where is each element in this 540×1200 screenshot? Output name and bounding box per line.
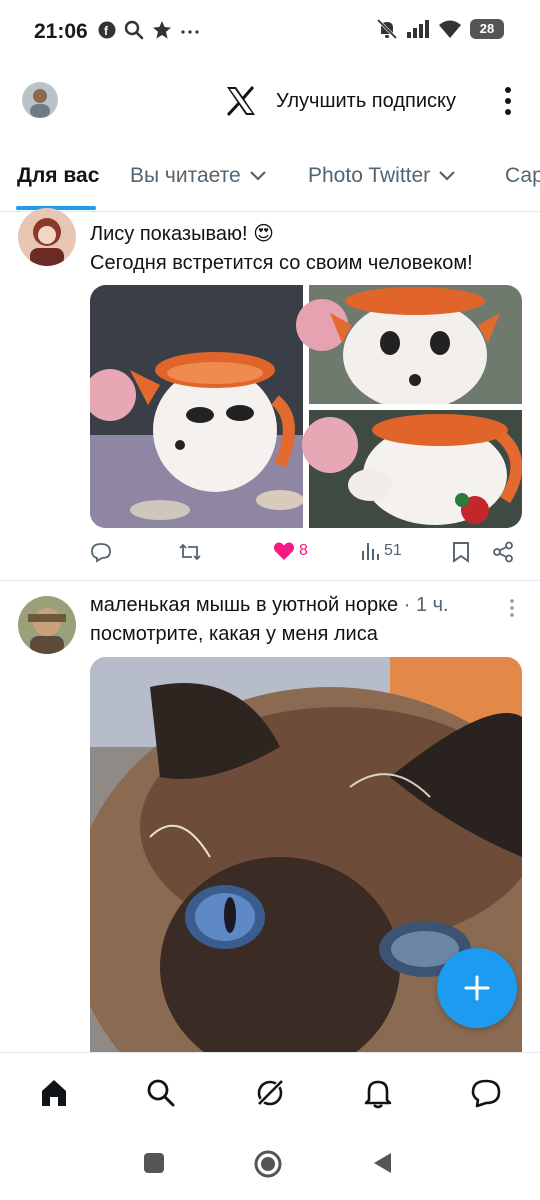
heart-icon	[273, 542, 295, 560]
bookmark-button[interactable]	[452, 541, 470, 563]
tab-photo-twitter[interactable]: Photo Twitter	[308, 164, 456, 188]
author-avatar[interactable]	[18, 596, 76, 654]
post-media-grid[interactable]	[90, 285, 522, 528]
recents-icon[interactable]	[143, 1152, 165, 1174]
home-circle-icon[interactable]	[254, 1150, 282, 1178]
home-icon	[42, 1080, 66, 1106]
reply-icon	[91, 543, 111, 563]
account-avatar[interactable]	[22, 82, 58, 118]
upgrade-subscription-link[interactable]: Улучшить подписку	[276, 90, 456, 113]
photo-fox-mug-3	[302, 410, 522, 528]
tab-next-list[interactable]: Сар	[505, 164, 540, 188]
nav-home[interactable]	[36, 1075, 72, 1111]
nav-search[interactable]	[143, 1075, 179, 1111]
repost-icon	[179, 543, 201, 561]
facebook-icon: f	[98, 21, 116, 39]
back-icon[interactable]	[372, 1152, 392, 1174]
post-more-icon[interactable]	[508, 598, 516, 618]
share-button[interactable]	[492, 541, 514, 563]
reply-button[interactable]	[90, 541, 116, 563]
post-text: Лису показываю! 😍 Сегодня встретится со …	[90, 223, 473, 274]
status-notification-icons: f	[98, 20, 200, 40]
more-icon	[181, 30, 199, 34]
more-options-icon[interactable]	[498, 84, 518, 118]
search-icon	[124, 20, 144, 40]
views-icon	[362, 543, 379, 560]
bookmark-icon	[453, 542, 469, 563]
status-time: 21:06	[34, 20, 88, 43]
post-time: · 1 ч.	[398, 594, 449, 616]
post-divider	[0, 580, 540, 581]
repost-button[interactable]	[178, 541, 206, 563]
tab-following[interactable]: Вы читаете	[130, 164, 267, 188]
tab-for-you[interactable]: Для вас	[17, 164, 99, 188]
nav-notifications[interactable]	[360, 1075, 396, 1111]
like-button[interactable]: 8	[273, 541, 308, 561]
bottom-navigation	[0, 1052, 540, 1132]
top-header: Улучшить подписку	[0, 70, 540, 134]
compose-post-button[interactable]	[437, 948, 517, 1028]
bell-icon	[364, 1080, 392, 1109]
wifi-icon	[439, 20, 461, 38]
post[interactable]: Лису показываю! 😍 Сегодня встретится со …	[0, 208, 540, 580]
photo-fox-mug-2	[296, 285, 522, 410]
nav-grok[interactable]	[252, 1075, 288, 1111]
x-logo-icon	[226, 86, 255, 117]
views-button[interactable]: 51	[360, 541, 402, 561]
nav-messages[interactable]	[468, 1075, 504, 1111]
chevron-down-icon	[439, 171, 455, 181]
system-navigation	[0, 1132, 540, 1200]
star-icon	[153, 21, 171, 39]
status-system-icons: 28	[376, 18, 504, 40]
signal-icon	[407, 20, 429, 38]
post-actions: 8 51	[90, 541, 522, 571]
photo-fox-mug-1	[90, 285, 304, 528]
post-header: маленькая мышь в уютной норке · 1 ч.	[90, 594, 449, 617]
status-bar: 21:06 f 28	[0, 0, 540, 62]
post-text: посмотрите, какая у меня лиса	[90, 623, 378, 645]
chevron-down-icon	[249, 171, 266, 181]
grok-icon	[256, 1079, 284, 1107]
author-avatar[interactable]	[18, 208, 76, 266]
timeline-tabs: Для вас Вы читаете Photo Twitter Сар	[0, 150, 540, 212]
plus-icon	[464, 975, 490, 1001]
mute-icon	[376, 18, 398, 40]
search-icon	[147, 1079, 175, 1107]
message-icon	[471, 1079, 501, 1108]
battery-icon: 28	[470, 19, 504, 39]
share-icon	[493, 541, 513, 563]
author-name[interactable]: маленькая мышь в уютной норке	[90, 594, 398, 616]
